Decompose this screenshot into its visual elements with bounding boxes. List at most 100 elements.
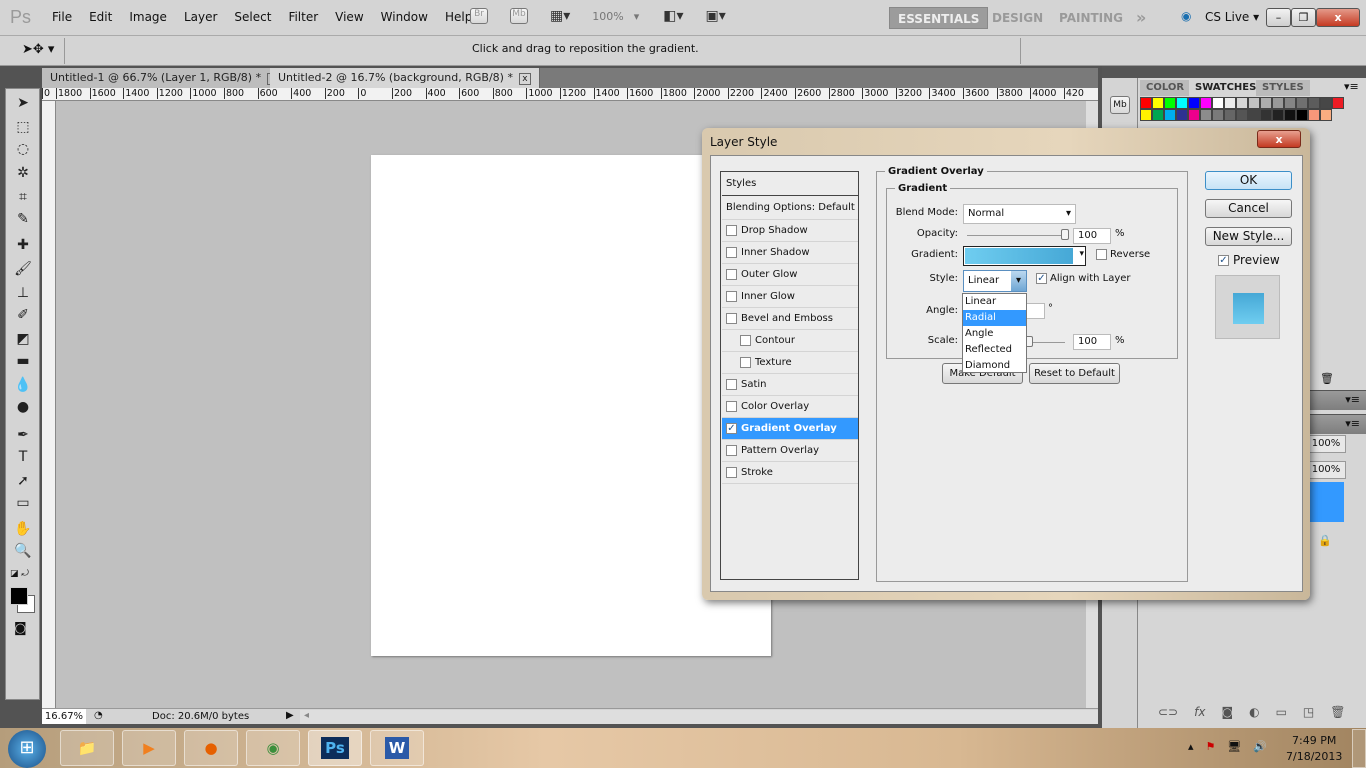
checkbox-icon[interactable] [726,379,737,390]
network-icon[interactable]: 🖥 [1227,740,1241,753]
style-select[interactable]: Linear ▾ [963,270,1027,292]
swatch[interactable] [1260,97,1272,109]
swatch[interactable] [1308,109,1320,121]
tab-swatches[interactable]: SWATCHES [1189,80,1263,96]
taskbar-explorer[interactable]: 📁 [60,730,114,766]
close-tab-icon[interactable]: x [518,73,531,85]
move-tool-preset-icon[interactable]: ➤✥ ▾ [22,42,54,57]
styles-header[interactable]: Styles [722,172,858,196]
reset-to-default-button[interactable]: Reset to Default [1029,363,1120,384]
taskbar-chrome[interactable]: ◉ [246,730,300,766]
effect-contour[interactable]: Contour [722,330,858,352]
swatch[interactable] [1320,97,1332,109]
pen-tool-icon[interactable]: ✒ [13,427,33,445]
delete-layer-icon[interactable]: 🗑 [1330,705,1345,719]
panel-collapse-bar[interactable] [1102,66,1366,78]
swatch[interactable] [1236,109,1248,121]
effect-satin[interactable]: Satin [722,374,858,396]
swatch[interactable] [1308,97,1320,109]
clone-stamp-tool-icon[interactable]: ⊥ [13,285,33,303]
opacity-input[interactable]: 100 [1073,228,1111,244]
swatch[interactable] [1296,109,1308,121]
new-group-icon[interactable]: ▭ [1276,705,1287,719]
default-colors-icon[interactable]: ◪ ⤾ [10,569,29,579]
minimize-button[interactable]: – [1266,8,1291,27]
fx-icon[interactable]: fx [1194,705,1205,719]
swatch[interactable] [1320,109,1332,121]
show-hidden-icons[interactable]: ▴ [1188,740,1194,753]
link-layers-icon[interactable]: ⊂⊃ [1158,705,1178,719]
panel-menu-icon[interactable]: ▾≡ [1344,80,1359,93]
effect-drop-shadow[interactable]: Drop Shadow [722,220,858,242]
crop-tool-icon[interactable]: ⌗ [13,189,33,207]
menu-edit[interactable]: Edit [89,10,112,24]
swatch[interactable] [1296,97,1308,109]
layer-row-selected[interactable] [1306,482,1344,522]
checkbox-icon[interactable]: ✓ [1036,273,1047,284]
style-option-radial[interactable]: Radial [963,310,1026,326]
taskbar-word[interactable]: W [370,730,424,766]
checkbox-icon[interactable]: ✓ [726,423,737,434]
menu-filter[interactable]: Filter [288,10,318,24]
healing-brush-tool-icon[interactable]: ✚ [13,237,33,255]
start-button[interactable]: ⊞ [8,730,46,768]
mini-bridge-panel-button[interactable]: Mb [1110,96,1130,114]
eyedropper-tool-icon[interactable]: ✎ [13,211,33,229]
action-center-icon[interactable]: ⚑ [1206,740,1216,753]
clock[interactable]: 7:49 PM 7/18/2013 [1286,733,1342,765]
taskbar-photoshop[interactable]: Ps [308,730,362,766]
taskbar-firefox[interactable]: ● [184,730,238,766]
swatch[interactable] [1140,97,1152,109]
panel-menu-icon[interactable]: ▾≡ [1345,417,1360,430]
style-option-angle[interactable]: Angle [963,326,1026,342]
zoom-field[interactable]: 16.67% [42,709,86,724]
style-option-linear[interactable]: Linear [963,294,1026,310]
swatch[interactable] [1176,97,1188,109]
swatch[interactable] [1284,97,1296,109]
checkbox-icon[interactable] [726,247,737,258]
chevron-down-icon[interactable]: ▾ [1079,249,1084,259]
blur-tool-icon[interactable]: 💧 [13,377,33,395]
checkbox-icon[interactable]: ✓ [1218,254,1229,266]
dialog-close-button[interactable]: x [1257,130,1301,148]
swatch[interactable] [1284,109,1296,121]
menu-layer[interactable]: Layer [184,10,217,24]
effect-inner-glow[interactable]: Inner Glow [722,286,858,308]
swatch[interactable] [1224,97,1236,109]
cs-live-button[interactable]: CS Live ▾ [1205,10,1259,24]
chevron-down-icon[interactable]: ▾ [1011,271,1026,291]
menu-file[interactable]: File [52,10,72,24]
preview-checkbox[interactable]: ✓ Preview [1218,253,1280,267]
lasso-tool-icon[interactable]: ◌ [13,141,33,159]
adjustment-layer-icon[interactable]: ◐ [1249,705,1259,719]
swatch[interactable] [1188,109,1200,121]
layer-opacity-field[interactable]: 100% [1306,435,1346,453]
status-menu-arrow[interactable]: ▶ [286,710,294,721]
effect-texture[interactable]: Texture [722,352,858,374]
swatch[interactable] [1224,109,1236,121]
swatch[interactable] [1272,109,1284,121]
path-selection-tool-icon[interactable]: ➚ [13,473,33,491]
menu-image[interactable]: Image [129,10,167,24]
swatch[interactable] [1332,97,1344,109]
arrange-documents-icon[interactable]: ◧▾ [663,8,683,24]
checkbox-icon[interactable] [740,357,751,368]
zoom-level-select[interactable]: 100% [592,10,623,23]
menu-view[interactable]: View [335,10,363,24]
effect-color-overlay[interactable]: Color Overlay [722,396,858,418]
align-with-layer-checkbox[interactable]: ✓ Align with Layer [1036,273,1131,284]
tab-styles[interactable]: STYLES [1256,80,1310,96]
effect-pattern-overlay[interactable]: Pattern Overlay [722,440,858,462]
checkbox-icon[interactable] [726,291,737,302]
swatch[interactable] [1140,109,1152,121]
move-tool-icon[interactable]: ➤ [13,95,33,113]
swatch[interactable] [1260,109,1272,121]
effect-bevel-and-emboss[interactable]: Bevel and Emboss [722,308,858,330]
quick-mask-icon[interactable]: ◙ [14,621,27,636]
scale-input[interactable]: 100 [1073,334,1111,350]
ok-button[interactable]: OK [1205,171,1292,190]
effect-inner-shadow[interactable]: Inner Shadow [722,242,858,264]
swatch[interactable] [1272,97,1284,109]
checkbox-icon[interactable] [726,225,737,236]
zoom-tool-icon[interactable]: 🔍 [13,543,33,561]
